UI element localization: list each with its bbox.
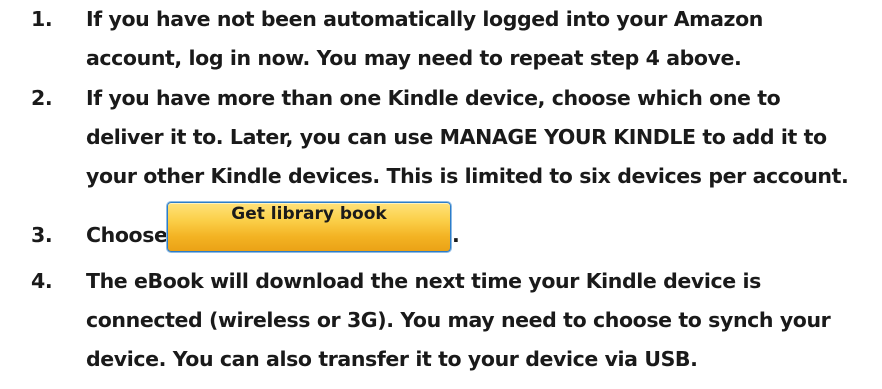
step-1-line-1: If you have not been automatically logge… [86,7,763,31]
step-4-line-3: device. You can also transfer it to your… [86,347,698,371]
step-3-prefix: Choose [86,223,168,247]
step-2-line-1: If you have more than one Kindle device,… [86,86,781,110]
step-2-line-3: your other Kindle devices. This is limit… [86,164,849,188]
step-4-line-2: connected (wireless or 3G). You may need… [86,308,831,332]
step-4-line-1: The eBook will download the next time yo… [86,269,761,293]
step-1-line-2: account, log in now. You may need to rep… [86,46,742,70]
step-2-line-2: deliver it to. Later, you can use MANAGE… [86,125,827,149]
step-3-number: 3. [31,223,53,247]
step-4-number: 4. [31,269,53,293]
instruction-document: 1. If you have not been automatically lo… [0,0,882,389]
step-2-number: 2. [31,86,53,110]
step-1-number: 1. [31,7,53,31]
step-3-suffix: . [452,223,460,247]
get-library-book-button[interactable]: Get library book [167,202,451,252]
